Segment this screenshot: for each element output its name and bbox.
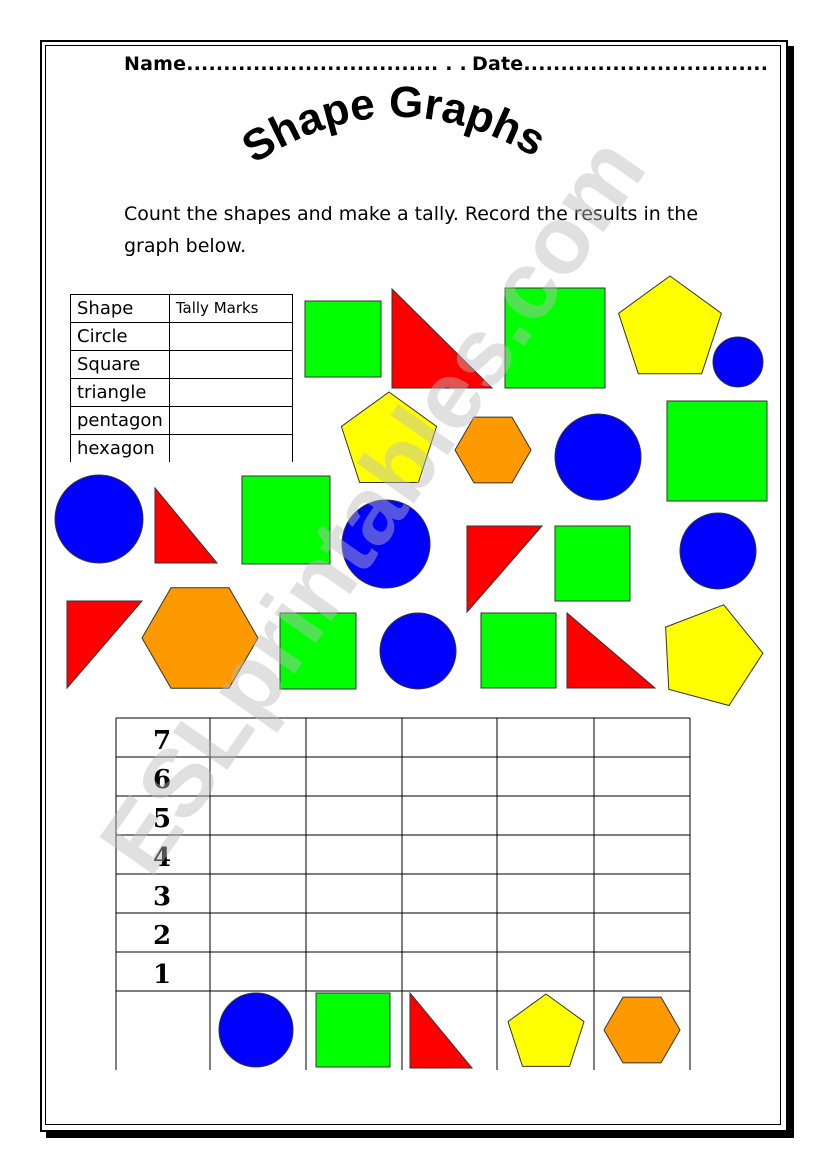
graph-cell[interactable]: [211, 836, 305, 873]
graph-cell[interactable]: [211, 914, 305, 951]
legend-pentagon-icon: [507, 993, 585, 1067]
legend-square-icon: [315, 992, 391, 1068]
graph-cell[interactable]: [498, 836, 593, 873]
graph-cell[interactable]: [595, 953, 689, 990]
graph-cell[interactable]: [595, 914, 689, 951]
y-label: 6: [153, 765, 171, 795]
graph-cell[interactable]: [403, 914, 496, 951]
graph-cell[interactable]: [403, 797, 496, 834]
graph-cell[interactable]: [498, 758, 593, 795]
graph-cell[interactable]: [211, 875, 305, 912]
legend-hexagon-icon: [603, 996, 681, 1064]
graph-cell[interactable]: [595, 836, 689, 873]
legend-triangle-icon: [409, 991, 474, 1069]
graph-cell[interactable]: [211, 953, 305, 990]
graph-cell[interactable]: [307, 875, 401, 912]
graph-cell[interactable]: [211, 758, 305, 795]
graph-cell[interactable]: [403, 758, 496, 795]
y-label: 4: [153, 843, 171, 873]
graph-cell[interactable]: [403, 836, 496, 873]
graph-cell[interactable]: [307, 914, 401, 951]
graph-cell[interactable]: [498, 953, 593, 990]
legend-circle-icon: [218, 992, 294, 1068]
graph-cell[interactable]: [498, 875, 593, 912]
graph-cell[interactable]: [403, 719, 496, 756]
graph-cell[interactable]: [498, 797, 593, 834]
y-label: 2: [153, 921, 171, 951]
bar-graph-grid: 7 6 5 4 3 2 1: [115, 717, 691, 1070]
graph-cell[interactable]: [595, 797, 689, 834]
graph-cell[interactable]: [403, 875, 496, 912]
y-label: 5: [153, 804, 171, 834]
graph-cell[interactable]: [595, 875, 689, 912]
graph-cell[interactable]: [307, 836, 401, 873]
graph-cell[interactable]: [211, 797, 305, 834]
graph-cell[interactable]: [595, 758, 689, 795]
y-label: 7: [153, 726, 171, 756]
graph-cell[interactable]: [498, 914, 593, 951]
y-label: 3: [153, 882, 171, 912]
graph-cell[interactable]: [307, 797, 401, 834]
graph-cell[interactable]: [307, 953, 401, 990]
graph-cell[interactable]: [403, 953, 496, 990]
graph-cell[interactable]: [307, 758, 401, 795]
graph-cell[interactable]: [595, 719, 689, 756]
graph-cell[interactable]: [498, 719, 593, 756]
y-label: 1: [153, 960, 171, 990]
graph-cell[interactable]: [307, 719, 401, 756]
graph-cell[interactable]: [211, 719, 305, 756]
